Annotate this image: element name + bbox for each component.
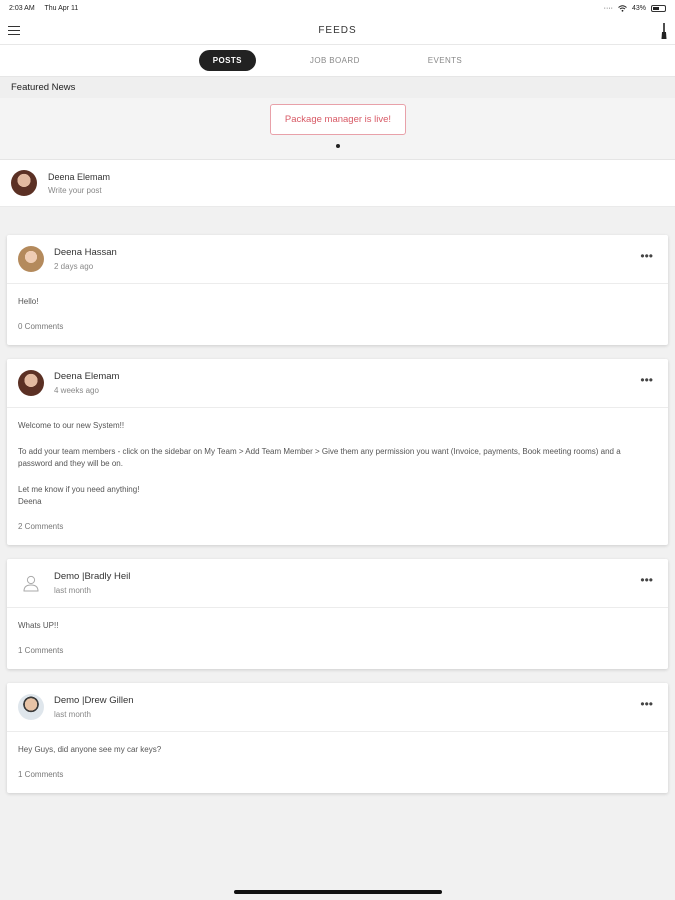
post-body: Welcome to our new System!! To add your … bbox=[7, 408, 668, 545]
feed-tabs: POSTS JOB BOARD EVENTS bbox=[0, 45, 675, 77]
post-line: Deena bbox=[18, 497, 42, 506]
post-text: Hey Guys, did anyone see my car keys? bbox=[18, 744, 657, 757]
comments-link[interactable]: 1 Comments bbox=[18, 769, 63, 782]
wifi-icon bbox=[618, 5, 627, 12]
post-paragraph: Hello! bbox=[18, 297, 39, 306]
post-time: last month bbox=[54, 586, 91, 595]
featured-news-label: Featured News bbox=[0, 77, 675, 98]
battery-percent: 43% bbox=[631, 5, 646, 12]
post-text: Whats UP!! bbox=[18, 620, 657, 633]
post-text: Hello! bbox=[18, 296, 657, 309]
user-icon bbox=[23, 575, 39, 592]
post-header: Deena Hassan 2 days ago ••• bbox=[7, 235, 668, 284]
status-right: ···· 43% bbox=[604, 5, 666, 12]
featured-news-carousel[interactable]: Package manager is live! bbox=[0, 98, 675, 160]
post-line: Let me know if you need anything! bbox=[18, 484, 140, 494]
avatar bbox=[11, 170, 37, 196]
more-options-icon[interactable]: ••• bbox=[640, 374, 653, 386]
featured-news-item[interactable]: Package manager is live! bbox=[270, 104, 406, 135]
post-body: Hey Guys, did anyone see my car keys? 1 … bbox=[7, 732, 668, 793]
post-text: Welcome to our new System!! To add your … bbox=[18, 420, 657, 509]
comments-link[interactable]: 1 Comments bbox=[18, 645, 63, 658]
post-card: Deena Hassan 2 days ago ••• Hello! 0 Com… bbox=[7, 235, 668, 345]
post-paragraph: Welcome to our new System!! bbox=[18, 421, 125, 430]
post-author[interactable]: Deena Elemam bbox=[54, 371, 119, 382]
status-time: 2:03 AM bbox=[9, 5, 35, 12]
post-composer[interactable]: Deena Elemam Write your post bbox=[0, 160, 675, 207]
post-paragraph: Let me know if you need anything! Deena bbox=[18, 484, 657, 509]
more-options-icon[interactable]: ••• bbox=[640, 698, 653, 710]
post-time: 4 weeks ago bbox=[54, 386, 99, 395]
tab-posts[interactable]: POSTS bbox=[198, 50, 256, 71]
avatar[interactable] bbox=[18, 694, 44, 720]
post-header: Demo |Bradly Heil last month ••• bbox=[7, 559, 668, 608]
posts-feed: Deena Hassan 2 days ago ••• Hello! 0 Com… bbox=[0, 207, 675, 793]
more-options-icon[interactable]: ••• bbox=[640, 250, 653, 262]
comments-link[interactable]: 2 Comments bbox=[18, 521, 63, 534]
home-indicator[interactable] bbox=[234, 890, 442, 894]
post-card: Deena Elemam 4 weeks ago ••• Welcome to … bbox=[7, 359, 668, 545]
composer-text: Deena Elemam Write your post bbox=[48, 172, 110, 195]
composer-placeholder[interactable]: Write your post bbox=[48, 186, 110, 195]
post-author[interactable]: Deena Hassan bbox=[54, 247, 117, 258]
avatar[interactable] bbox=[18, 370, 44, 396]
post-author[interactable]: Demo |Bradly Heil bbox=[54, 571, 130, 582]
status-bar: 2:03 AM Thu Apr 11 ···· 43% bbox=[0, 0, 675, 17]
post-card: Demo |Bradly Heil last month ••• Whats U… bbox=[7, 559, 668, 669]
post-author-block: Deena Hassan 2 days ago bbox=[54, 247, 117, 271]
post-author-block: Demo |Drew Gillen last month bbox=[54, 695, 134, 719]
post-paragraph: To add your team members - click on the … bbox=[18, 446, 621, 469]
page-title: FEEDS bbox=[318, 25, 357, 36]
post-card: Demo |Drew Gillen last month ••• Hey Guy… bbox=[7, 683, 668, 793]
tab-job-board[interactable]: JOB BOARD bbox=[296, 50, 374, 71]
post-header: Demo |Drew Gillen last month ••• bbox=[7, 683, 668, 732]
post-paragraph: Hey Guys, did anyone see my car keys? bbox=[18, 745, 162, 754]
post-header: Deena Elemam 4 weeks ago ••• bbox=[7, 359, 668, 408]
carousel-page-indicator bbox=[336, 144, 340, 148]
status-left: 2:03 AM Thu Apr 11 bbox=[9, 5, 86, 12]
brush-icon[interactable] bbox=[661, 23, 667, 39]
post-paragraph: Whats UP!! bbox=[18, 621, 59, 630]
post-author-block: Deena Elemam 4 weeks ago bbox=[54, 371, 119, 395]
composer-user-name: Deena Elemam bbox=[48, 171, 111, 182]
signal-dots-icon: ···· bbox=[603, 5, 613, 12]
tab-events[interactable]: EVENTS bbox=[414, 50, 476, 71]
post-author[interactable]: Demo |Drew Gillen bbox=[54, 695, 134, 706]
hamburger-menu-icon[interactable] bbox=[8, 26, 20, 36]
more-options-icon[interactable]: ••• bbox=[640, 574, 653, 586]
avatar[interactable] bbox=[18, 246, 44, 272]
default-avatar-icon[interactable] bbox=[18, 570, 44, 596]
app-header: FEEDS bbox=[0, 17, 675, 45]
post-body: Whats UP!! 1 Comments bbox=[7, 608, 668, 669]
post-author-block: Demo |Bradly Heil last month bbox=[54, 571, 130, 595]
status-date: Thu Apr 11 bbox=[44, 5, 79, 12]
post-body: Hello! 0 Comments bbox=[7, 284, 668, 345]
post-time: 2 days ago bbox=[54, 262, 94, 271]
post-time: last month bbox=[54, 710, 91, 719]
battery-icon bbox=[651, 5, 666, 12]
comments-link[interactable]: 0 Comments bbox=[18, 321, 63, 334]
